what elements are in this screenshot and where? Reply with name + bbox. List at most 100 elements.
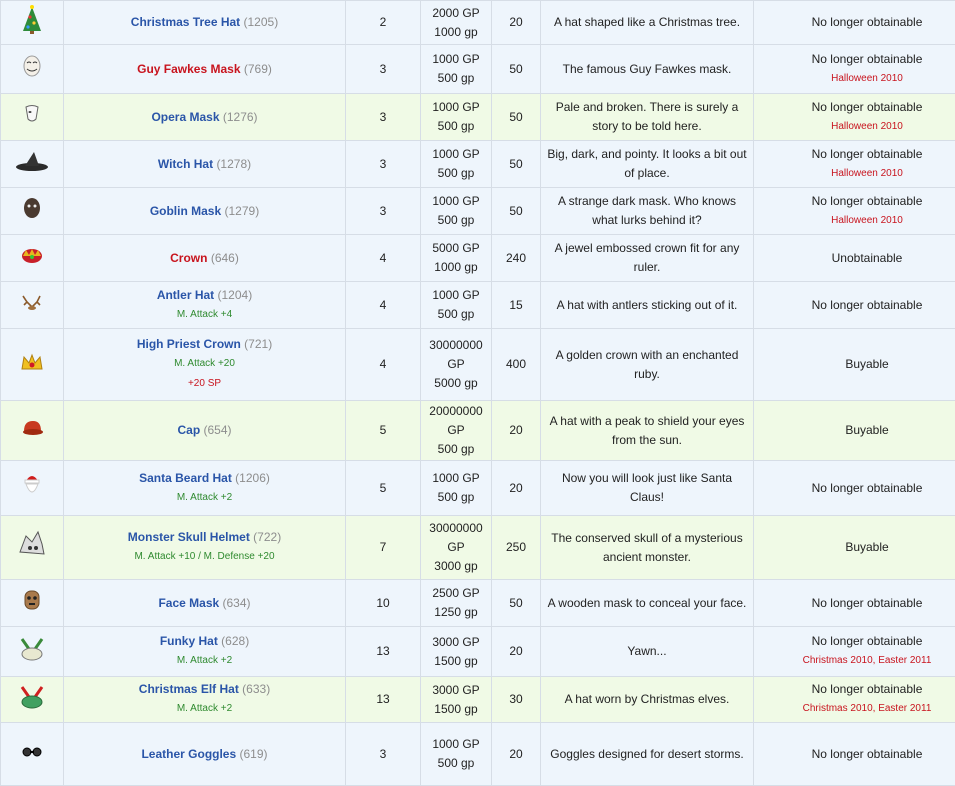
item-description: The famous Guy Fawkes mask. — [541, 45, 754, 94]
item-name-cell: Goblin Mask (1279) — [64, 188, 346, 235]
item-name-cell: Witch Hat (1278) — [64, 141, 346, 188]
item-availability: No longer obtainable — [812, 481, 923, 495]
opera-mask-icon — [23, 104, 41, 130]
item-level: 13 — [346, 677, 421, 723]
buy-price: 1000 GP — [432, 100, 479, 114]
item-description: Now you will look just like Santa Claus! — [541, 461, 754, 516]
item-price-cell: 1000 GP 500 gp — [421, 461, 492, 516]
sell-price: 5000 gp — [434, 376, 477, 390]
item-name-cell: Christmas Tree Hat (1205) — [64, 1, 346, 45]
item-availability: No longer obtainable — [812, 634, 923, 648]
item-sell-value: 20 — [492, 723, 541, 786]
item-name-cell: Santa Beard Hat (1206)M. Attack +2 — [64, 461, 346, 516]
item-id: (721) — [244, 337, 272, 351]
item-name-cell: Leather Goggles (619) — [64, 723, 346, 786]
item-id: (654) — [204, 423, 232, 437]
item-name-link[interactable]: Face Mask — [158, 596, 219, 610]
item-name-link[interactable]: High Priest Crown — [137, 337, 241, 351]
item-name-cell: Crown (646) — [64, 235, 346, 282]
item-id: (634) — [223, 596, 251, 610]
item-name-link[interactable]: Christmas Elf Hat — [139, 682, 239, 696]
item-availability: Buyable — [845, 540, 888, 554]
item-name-cell: Face Mask (634) — [64, 580, 346, 627]
item-level: 3 — [346, 141, 421, 188]
buy-price: 1000 GP — [432, 471, 479, 485]
item-icon-cell — [1, 188, 64, 235]
item-icon-cell — [1, 45, 64, 94]
table-row: Antler Hat (1204)M. Attack +441000 GP500… — [1, 282, 955, 329]
item-level: 4 — [346, 329, 421, 401]
item-name-link[interactable]: Witch Hat — [158, 157, 213, 171]
table-row: Cap (654)520000000 GP500 gp20A hat with … — [1, 401, 955, 461]
sell-price: 500 gp — [438, 307, 475, 321]
item-availability: Buyable — [845, 423, 888, 437]
item-id: (722) — [253, 530, 281, 544]
item-sell-value: 20 — [492, 1, 541, 45]
item-sell-value: 250 — [492, 516, 541, 580]
item-icon-cell — [1, 282, 64, 329]
item-name-cell: Cap (654) — [64, 401, 346, 461]
item-sell-value: 50 — [492, 141, 541, 188]
buy-price: 2000 GP — [432, 6, 479, 20]
table-row: Funky Hat (628)M. Attack +2133000 GP1500… — [1, 627, 955, 677]
item-price-cell: 1000 GP500 gp — [421, 188, 492, 235]
item-name-link[interactable]: Goblin Mask — [150, 204, 221, 218]
item-availability-cell: No longer obtainableHalloween 2010 — [754, 141, 955, 188]
item-name-link[interactable]: Funky Hat — [160, 634, 218, 648]
sell-price: 3000 gp — [434, 559, 477, 573]
item-availability: No longer obtainable — [812, 298, 923, 312]
item-price-cell: 1000 GP500 gp — [421, 45, 492, 94]
item-availability-cell: No longer obtainable — [754, 723, 955, 786]
item-stat: M. Attack +20 — [67, 354, 342, 374]
item-availability: No longer obtainable — [812, 194, 923, 208]
item-level: 5 — [346, 401, 421, 461]
table-row: Leather Goggles (619)31000 GP500 gp20Gog… — [1, 723, 955, 786]
item-name-link[interactable]: Antler Hat — [157, 288, 214, 302]
item-availability: No longer obtainable — [812, 15, 923, 29]
item-level: 3 — [346, 94, 421, 141]
crown-icon — [21, 246, 43, 270]
table-row: Witch Hat (1278)31000 GP500 gp50Big, dar… — [1, 141, 955, 188]
item-name-link[interactable]: Cap — [177, 423, 200, 437]
item-availability-cell: No longer obtainableChristmas 2010, East… — [754, 677, 955, 723]
item-name-cell: Opera Mask (1276) — [64, 94, 346, 141]
item-icon-cell — [1, 461, 64, 516]
item-sell-value: 400 — [492, 329, 541, 401]
antler-hat-icon — [19, 292, 45, 318]
item-icon-cell — [1, 580, 64, 627]
item-name-cell: High Priest Crown (721)M. Attack +20+20 … — [64, 329, 346, 401]
item-event-note: Halloween 2010 — [757, 164, 955, 184]
christmas-tree-hat-icon — [20, 5, 44, 41]
item-name-link[interactable]: Santa Beard Hat — [139, 471, 232, 485]
item-name-link[interactable]: Guy Fawkes Mask — [137, 62, 240, 76]
witch-hat-icon — [15, 150, 49, 178]
buy-price: 30000000 GP — [429, 338, 482, 371]
table-row: Monster Skull Helmet (722) M. Attack +10 … — [1, 516, 955, 580]
buy-price: 1000 GP — [432, 194, 479, 208]
item-price-cell: 30000000 GP 3000 gp — [421, 516, 492, 580]
item-level: 4 — [346, 282, 421, 329]
item-availability-cell: Buyable — [754, 516, 955, 580]
sell-price: 500 gp — [438, 490, 475, 504]
item-level: 2 — [346, 1, 421, 45]
goblin-mask-icon — [22, 197, 42, 225]
item-sell-value: 20 — [492, 401, 541, 461]
table-row: Crown (646)45000 GP1000 gp240A jewel emb… — [1, 235, 955, 282]
sell-price: 500 gp — [438, 442, 475, 456]
item-description: A hat worn by Christmas elves. — [541, 677, 754, 723]
item-event-note: Halloween 2010 — [757, 69, 955, 89]
item-name-link[interactable]: Christmas Tree Hat — [131, 15, 240, 29]
buy-price: 30000000 GP — [429, 521, 482, 554]
item-icon-cell — [1, 677, 64, 723]
item-level: 3 — [346, 723, 421, 786]
item-level: 5 — [346, 461, 421, 516]
item-stat: M. Attack +10 / M. Defense +20 — [67, 547, 342, 567]
item-name-cell: Guy Fawkes Mask (769) — [64, 45, 346, 94]
item-name-link[interactable]: Crown — [170, 251, 207, 265]
item-name-link[interactable]: Leather Goggles — [141, 747, 236, 761]
item-name-link[interactable]: Opera Mask — [151, 110, 219, 124]
sell-price: 500 gp — [438, 119, 475, 133]
item-stat: M. Attack +2 — [67, 488, 342, 508]
buy-price: 20000000 GP — [429, 404, 482, 437]
item-name-link[interactable]: Monster Skull Helmet — [128, 530, 250, 544]
